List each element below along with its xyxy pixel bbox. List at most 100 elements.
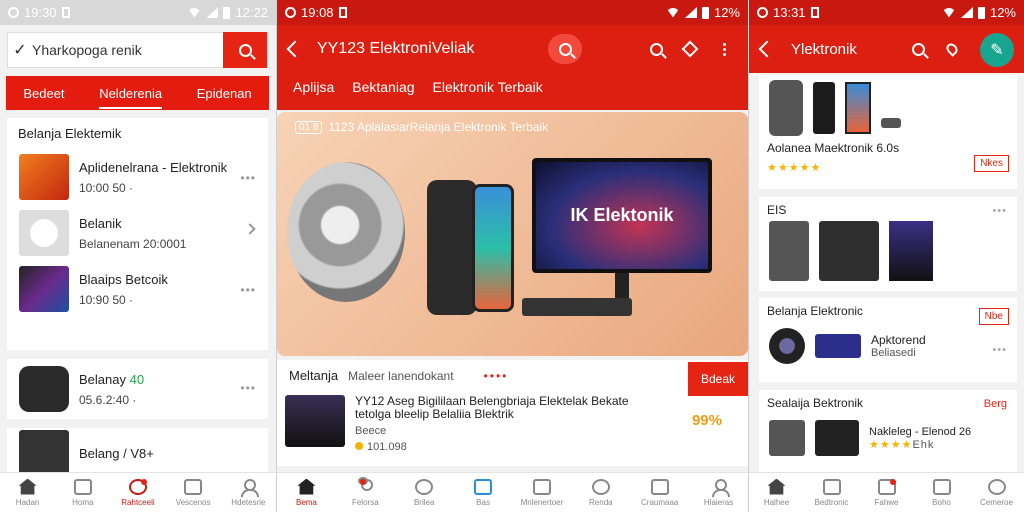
more-icon[interactable]: ••• (992, 205, 1007, 217)
more-icon[interactable]: ••• (992, 344, 1007, 356)
product-tag: Berg (983, 398, 1007, 410)
battery-icon (223, 6, 231, 19)
nav-profile[interactable]: Hlaieras (699, 478, 739, 507)
search-button[interactable] (223, 32, 267, 68)
tab-epidenan[interactable]: Epidenan (197, 86, 252, 101)
search-input[interactable] (32, 42, 223, 58)
nav-messages[interactable]: Vescenos (173, 478, 213, 507)
list-item[interactable]: Belanay 40 05.6.2:40 · ••• (7, 359, 268, 419)
search-button[interactable] (548, 34, 582, 64)
nav-item[interactable]: Felorsa (345, 476, 385, 507)
heart-icon (415, 478, 434, 495)
result-list: Belanja Elektemik Aplidenelrana - Elektr… (7, 118, 268, 350)
bundle-card[interactable]: Meltanja Maleer lanendokant •••• Bdeak YY1… (277, 360, 748, 466)
tab-terbaik[interactable]: Elektronik Terbaik (433, 79, 543, 95)
bundle-button[interactable]: Bdeak (688, 362, 748, 396)
search-icon (911, 42, 925, 56)
bottom-nav: Halhee Bedtronic Fahwe Boho Cemeroe (749, 472, 1024, 512)
store-header: YY123 ElektroniVeliak Aplijsa Bektaniag … (277, 25, 748, 110)
banner-caption: 01 8 1123 AplalasiarRelanja Elektronik Te… (295, 120, 548, 134)
nav-home[interactable]: Hadan (8, 478, 48, 507)
nav-homa[interactable]: Homa (63, 478, 103, 507)
promo-icon (128, 478, 147, 495)
tab-nelderenia[interactable]: Nelderenia (99, 86, 163, 109)
page-title: Ylektronik (791, 40, 857, 58)
product-button[interactable]: Nkes (974, 155, 1009, 172)
product-card[interactable]: EIS ••• (759, 197, 1017, 291)
nav-profile[interactable]: Hdetesrie (228, 478, 268, 507)
item-title: Aplidenelrana - Elektronik (79, 159, 228, 175)
edit-fab[interactable]: ✎ (980, 33, 1014, 67)
list-item[interactable]: Aplidenelrana - Elektronik 10:00 50 · ••• (7, 149, 268, 205)
list-item[interactable]: Blaaips Betcoik 10:90 50 · ••• (7, 261, 268, 317)
nav-active[interactable]: Rahtceeli (118, 478, 158, 507)
notification-icon (8, 7, 19, 18)
bundle-price: 101.098 (367, 441, 407, 453)
search-toolbar-button[interactable] (644, 42, 668, 56)
back-arrow-icon[interactable] (758, 40, 776, 58)
search-toolbar-button[interactable] (906, 42, 930, 56)
more-icon[interactable]: ••• (240, 381, 256, 395)
nav-item[interactable]: Brilea (404, 478, 444, 507)
product-card[interactable]: Belanja Elektronic Nbe Apktorend Beliased… (759, 298, 1017, 382)
status-time: 19:08 (301, 5, 334, 20)
nav-label: Brilea (413, 497, 435, 507)
product-card[interactable]: Sealaija Bektronik Berg Nakleleg - Eleno… (759, 390, 1017, 472)
share-button[interactable] (678, 40, 702, 58)
list-item[interactable]: Belanik Belanenam 20:0001 (7, 205, 268, 261)
signal-icon (960, 7, 973, 18)
menu-button[interactable] (712, 42, 736, 56)
pc-case-thumbnail (769, 221, 809, 281)
more-icon[interactable]: ••• (240, 171, 256, 185)
nav-item[interactable]: Fahwe (867, 478, 907, 507)
sim-icon (810, 7, 819, 18)
tree-icon (73, 478, 92, 495)
banner-text: 1123 AplalasiarRelanja Elektronik Terbai… (328, 120, 549, 134)
nav-profile[interactable]: Cemeroe (977, 478, 1017, 507)
chevron-right-icon[interactable] (244, 223, 256, 235)
status-bar: 13:31 12% (749, 0, 1024, 25)
location-button[interactable] (940, 41, 964, 57)
nav-item[interactable]: Bedtronic (812, 478, 852, 507)
nav-item[interactable]: Craumaaa (640, 478, 680, 507)
pencil-icon (932, 478, 951, 495)
item-title: Blaaips Betcoik (79, 271, 168, 287)
pencil-icon: ✎ (990, 42, 1004, 59)
tab-bedeet[interactable]: Bedeet (23, 86, 64, 101)
screen-category: 13:31 12% Ylektronik ✎ Aolanea Maektroni… (749, 0, 1024, 512)
promo-banner[interactable]: 01 8 1123 AplalasiarRelanja Elektronik Te… (277, 112, 748, 356)
nav-home[interactable]: Halhee (757, 478, 797, 507)
device-thumbnail (769, 420, 805, 456)
pc-thumbnail (889, 221, 933, 281)
nav-item[interactable]: Boho (922, 478, 962, 507)
tree-icon (822, 478, 841, 495)
nav-home[interactable]: Bema (286, 478, 326, 507)
nav-label: Boho (932, 497, 951, 507)
kebab-menu-icon (722, 42, 726, 56)
mouse-thumbnail (881, 118, 901, 128)
nav-item[interactable]: Mnlenertoer (520, 478, 564, 507)
more-icon[interactable]: ••• (240, 283, 256, 297)
nav-label: Mnlenertoer (520, 497, 564, 507)
list-item[interactable]: Belang / V8+ (7, 428, 268, 478)
product-button[interactable]: Nbe (978, 308, 1009, 325)
back-arrow-icon[interactable] (286, 40, 304, 58)
chat-icon (591, 478, 610, 495)
profile-icon (239, 478, 260, 497)
bottom-nav: Bema Felorsa Brilea Bas Mnlenertoer Rend… (277, 472, 748, 512)
app-thumbnail (19, 154, 69, 200)
wifi-icon (665, 7, 680, 18)
nav-label: Halhee (763, 497, 790, 507)
camera-thumbnail (815, 420, 859, 456)
page-title: YY123 ElektroniVeliak (317, 40, 475, 57)
bottom-nav: Hadan Homa Rahtceeli Vescenos Hdetesrie (0, 472, 276, 512)
item-meta: Belanenam 20:0001 (79, 236, 187, 251)
tab-bektaniag[interactable]: Bektaniag (352, 79, 414, 95)
tab-aplijsa[interactable]: Aplijsa (293, 79, 334, 95)
item-meta: 10:90 50 · (79, 292, 134, 307)
nav-item[interactable]: Renda (581, 478, 621, 507)
bundle-item[interactable]: YY12 Aseg Bigililaan Belengbriaja Elekte… (277, 391, 748, 457)
product-name: Apktorend (871, 333, 926, 347)
nav-item[interactable]: Bas (463, 478, 503, 507)
product-card[interactable]: Aolanea Maektronik 6.0s ★★★★★ Nkes (759, 75, 1017, 189)
